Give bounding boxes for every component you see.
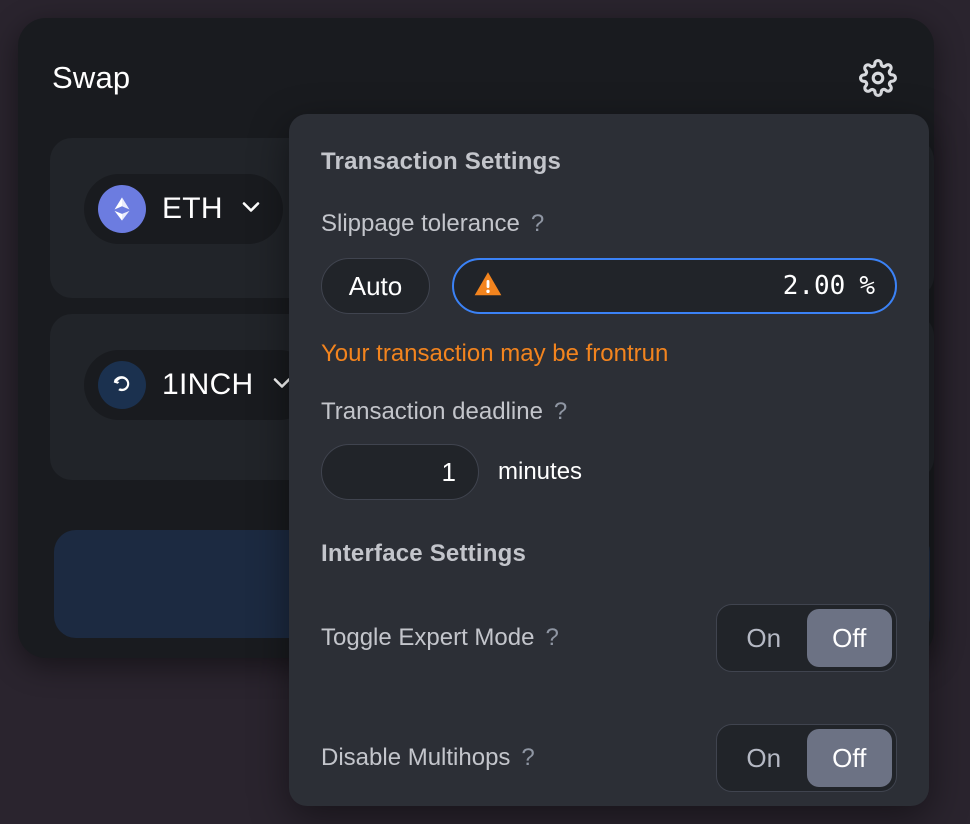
multihops-on-option[interactable]: On: [721, 729, 807, 787]
slippage-tolerance-label-row: Slippage tolerance ?: [321, 210, 897, 238]
deadline-help-icon[interactable]: ?: [554, 398, 567, 426]
slippage-value: 2.00: [782, 271, 846, 301]
expert-mode-label-row: Toggle Expert Mode ?: [321, 624, 559, 652]
settings-gear-button[interactable]: [856, 56, 900, 100]
transaction-deadline-label: Transaction deadline: [321, 398, 543, 425]
deadline-controls-row: minutes: [321, 444, 897, 500]
slippage-tolerance-label: Slippage tolerance: [321, 210, 520, 237]
chevron-down-icon: [237, 193, 265, 226]
deadline-input[interactable]: [321, 444, 479, 500]
warning-triangle-icon: [472, 268, 504, 305]
slippage-warning-text: Your transaction may be frontrun: [321, 340, 669, 367]
multihops-off-option[interactable]: Off: [806, 729, 892, 787]
expert-mode-toggle[interactable]: On Off: [716, 604, 897, 672]
token-select-from[interactable]: ETH: [84, 174, 283, 244]
interface-settings-title: Interface Settings: [321, 540, 526, 567]
token-symbol-from: ETH: [162, 192, 223, 225]
slippage-percent-sign: %: [859, 271, 875, 301]
transaction-deadline-label-row: Transaction deadline ?: [321, 398, 897, 426]
expert-mode-help-icon[interactable]: ?: [545, 624, 558, 652]
swap-header: Swap: [52, 50, 900, 106]
token-select-to[interactable]: 1INCH: [84, 350, 314, 420]
page-title: Swap: [52, 60, 131, 95]
slippage-input-field[interactable]: 2.00 %: [452, 258, 897, 314]
token-symbol-to: 1INCH: [162, 368, 254, 401]
expert-mode-on-option[interactable]: On: [721, 609, 807, 667]
multihops-help-icon[interactable]: ?: [521, 744, 534, 772]
multihops-toggle[interactable]: On Off: [716, 724, 897, 792]
expert-mode-label: Toggle Expert Mode: [321, 624, 535, 651]
1inch-logo-icon: [98, 361, 146, 409]
slippage-auto-button[interactable]: Auto: [321, 258, 430, 314]
slippage-help-icon[interactable]: ?: [531, 210, 544, 238]
expert-mode-off-option[interactable]: Off: [806, 609, 892, 667]
eth-logo-icon: [98, 185, 146, 233]
multihops-label: Disable Multihops: [321, 744, 511, 771]
gear-icon: [859, 59, 897, 97]
multihops-label-row: Disable Multihops ?: [321, 744, 535, 772]
transaction-settings-popover: Transaction Settings Slippage tolerance …: [289, 114, 929, 806]
deadline-unit-label: minutes: [498, 458, 583, 485]
transaction-settings-title: Transaction Settings: [321, 148, 562, 175]
multihops-row: Disable Multihops ? On Off: [321, 724, 897, 792]
expert-mode-row: Toggle Expert Mode ? On Off: [321, 604, 897, 672]
slippage-controls-row: Auto 2.00 %: [321, 258, 897, 314]
